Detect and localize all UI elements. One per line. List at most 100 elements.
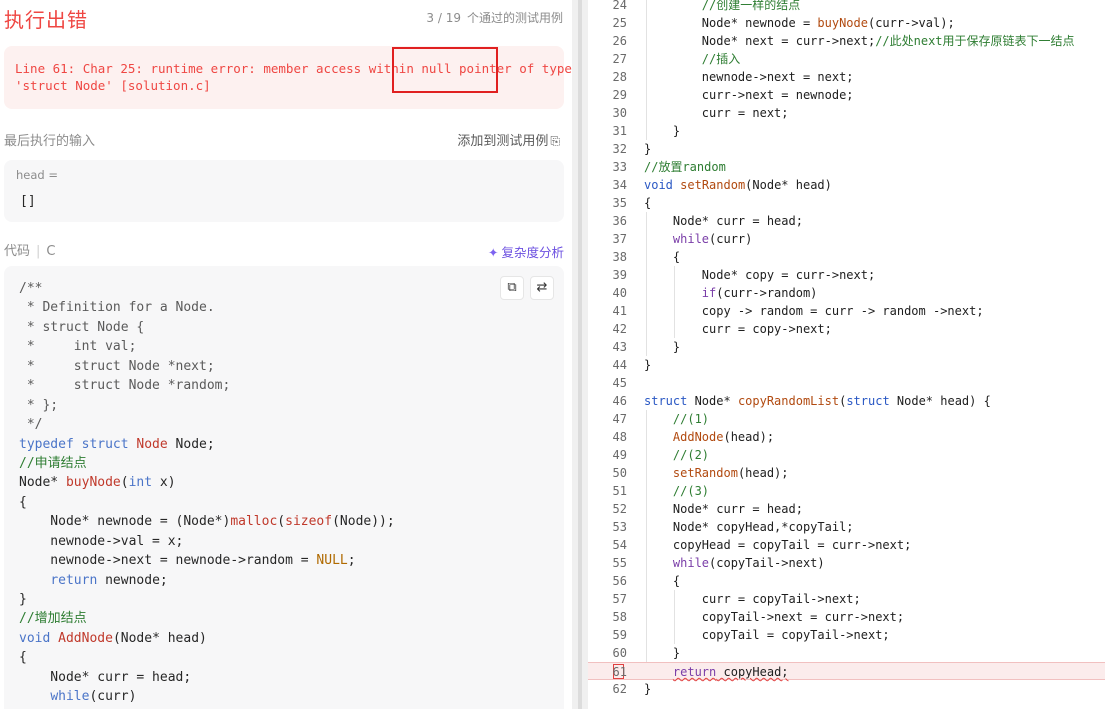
editor-line[interactable]: 46 struct Node* copyRandomList(struct Nod… — [588, 392, 1105, 410]
code-line: while(curr) — [19, 687, 395, 706]
code-token: Node* newnode = (Node*) — [19, 514, 231, 530]
code-token: //插入 — [644, 52, 741, 66]
code-token: (curr) — [709, 232, 753, 246]
indent-guide — [646, 410, 647, 662]
editor-line[interactable]: 45 — [588, 374, 1105, 392]
line-number: 39 — [612, 268, 627, 282]
line-number: 33 — [612, 160, 627, 174]
editor-line[interactable]: 36 Node* curr = head; — [588, 212, 1105, 230]
editor-line[interactable]: 24 //创建一样的结点 — [588, 0, 1105, 14]
editor-line[interactable]: 49 //(2) — [588, 446, 1105, 464]
editor-line[interactable]: 43 } — [588, 338, 1105, 356]
code-line: * Definition for a Node. — [19, 298, 395, 317]
editor-line[interactable]: 50 setRandom(head); — [588, 464, 1105, 482]
add-testcase-button[interactable]: 添加到测试用例 ⎘ — [457, 130, 560, 149]
editor-line[interactable]: 37 while(curr) — [588, 230, 1105, 248]
editor-line[interactable]: 57 curr = copyTail->next; — [588, 590, 1105, 608]
line-text: { — [644, 248, 680, 266]
editor-line[interactable]: 26 Node* next = curr->next;//此处next用于保存原… — [588, 32, 1105, 50]
pass-count-number: 3 / 19 — [426, 11, 461, 25]
code-line: * struct Node { — [19, 318, 395, 337]
editor-line[interactable]: 54 copyHead = copyTail = curr->next; — [588, 536, 1105, 554]
code-token: newnode->next = next; — [644, 70, 854, 84]
code-token: (curr->val); — [867, 16, 955, 30]
code-token: /** — [19, 281, 43, 296]
editor-line[interactable]: 34 void setRandom(Node* head) — [588, 176, 1105, 194]
editor-line[interactable]: 55 while(copyTail->next) — [588, 554, 1105, 572]
sparkle-icon: ✦ — [488, 245, 499, 260]
error-code-line[interactable]: 61 return copyHead; — [588, 662, 1105, 680]
editor-line[interactable]: 62} — [588, 680, 1105, 698]
editor-line[interactable]: 38 { — [588, 248, 1105, 266]
editor-line[interactable]: 53 Node* copyHead,*copyTail; — [588, 518, 1105, 536]
editor-line[interactable]: 31 } — [588, 122, 1105, 140]
editor-line[interactable]: 29 curr->next = newnode; — [588, 86, 1105, 104]
code-header: 代码 | C — [4, 244, 56, 259]
editor-line[interactable]: 51 //(3) — [588, 482, 1105, 500]
line-text: if(curr->random) — [644, 284, 818, 302]
code-line: return newnode; — [19, 571, 395, 590]
line-text: AddNode(head); — [644, 428, 774, 446]
code-token: struct — [644, 394, 688, 408]
code-line: newnode->next = newnode->random = NULL; — [19, 551, 395, 570]
panel-splitter[interactable] — [572, 0, 588, 709]
editor-line[interactable]: 44} — [588, 356, 1105, 374]
editor-line[interactable]: 35 { — [588, 194, 1105, 212]
code-token: newnode; — [97, 572, 168, 588]
code-token: curr = copy->next; — [644, 322, 832, 336]
complexity-analysis-button[interactable]: ✦ 复杂度分析 — [488, 242, 564, 261]
line-text: Node* next = curr->next;//此处next用于保存原链表下… — [644, 32, 1075, 50]
editor-line[interactable]: 25 Node* newnode = buyNode(curr->val); — [588, 14, 1105, 32]
code-line: /** — [19, 279, 395, 298]
code-token: } — [19, 592, 27, 607]
editor-line[interactable]: 59 copyTail = copyTail->next; — [588, 626, 1105, 644]
swap-icon[interactable]: ⇄ — [530, 276, 554, 300]
pass-count-label: 个通过的测试用例 — [466, 11, 563, 25]
editor-line[interactable]: 28 newnode->next = next; — [588, 68, 1105, 86]
editor-line[interactable]: 60 } — [588, 644, 1105, 662]
line-text: copyTail = copyTail->next; — [644, 626, 890, 644]
code-line: * }; — [19, 396, 395, 415]
editor-line[interactable]: 40 if(curr->random) — [588, 284, 1105, 302]
editor-line[interactable]: 41 copy -> random = curr -> random ->nex… — [588, 302, 1105, 320]
editor-line[interactable]: 42 curr = copy->next; — [588, 320, 1105, 338]
code-editor[interactable]: 24 //创建一样的结点 25 Node* newnode = buyNode(c… — [588, 0, 1105, 709]
last-input-label: 最后执行的输入 — [4, 134, 96, 149]
editor-line[interactable]: 33 //放置random — [588, 158, 1105, 176]
line-text: } — [644, 356, 651, 374]
editor-line[interactable]: 27 //插入 — [588, 50, 1105, 68]
editor-line[interactable]: 56 { — [588, 572, 1105, 590]
line-number: 36 — [612, 214, 627, 228]
editor-line[interactable]: 32} — [588, 140, 1105, 158]
code-line: //增加结点 — [19, 609, 395, 628]
editor-line[interactable]: 58 copyTail->next = curr->next; — [588, 608, 1105, 626]
code-token: curr = next; — [644, 106, 789, 120]
line-number: 50 — [612, 466, 627, 480]
editor-line[interactable]: 30 curr = next; — [588, 104, 1105, 122]
splitter-grip[interactable] — [578, 0, 582, 709]
code-token: } — [644, 124, 681, 138]
line-text: copy -> random = curr -> random ->next; — [644, 302, 984, 320]
code-token: //创建一样的结点 — [644, 0, 801, 12]
editor-line[interactable]: 39 Node* copy = curr->next; — [588, 266, 1105, 284]
copy-icon[interactable]: ⧉ — [500, 276, 524, 300]
line-number: 30 — [612, 106, 627, 120]
indent-guide — [646, 212, 647, 356]
editor-line[interactable]: 52 Node* curr = head; — [588, 500, 1105, 518]
code-token: * struct Node { — [19, 319, 145, 335]
editor-line[interactable]: 48 AddNode(head); — [588, 428, 1105, 446]
code-token: buyNode — [817, 16, 868, 30]
line-number: 35 — [612, 196, 627, 210]
code-line: { — [19, 648, 395, 667]
line-number: 27 — [612, 52, 627, 66]
line-number: 56 — [612, 574, 627, 588]
line-text: } — [644, 122, 680, 140]
editor-line[interactable]: 47 //(1) — [588, 410, 1105, 428]
code-line: } — [19, 590, 395, 609]
